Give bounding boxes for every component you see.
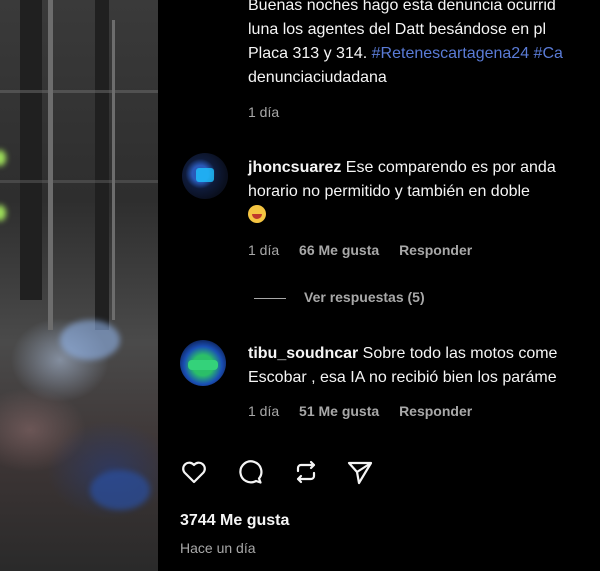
hashtag-link[interactable]: denunciaciudadana [248,66,600,90]
avatar-logo [188,360,218,370]
comment-timestamp: 1 día [248,242,280,258]
caption-timestamp: 1 día [248,104,280,120]
post-caption: Buenas noches hago esta denuncia ocurrid… [248,0,600,90]
comment-likes[interactable]: 51 Me gusta [299,403,379,419]
caption-text: Placa 313 y 314. [248,45,372,62]
comment-body: Escobar , esa IA no recibió bien los par… [248,369,557,386]
comment-icon[interactable] [236,458,264,486]
post-image [0,0,158,571]
comment-body: Sobre todo las motos come [358,345,558,362]
view-replies-label: Ver respuestas (5) [304,289,425,305]
caption-line: Placa 313 y 314. #Retenescartagena24 #Ca [248,42,600,66]
replies-divider [254,297,286,299]
comments-panel: Buenas noches hago esta denuncia ocurrid… [158,0,600,571]
hashtag-link[interactable]: #Ca [529,45,563,62]
avatar-logo [196,168,214,182]
reply-button[interactable]: Responder [399,403,472,419]
comment-meta: 1 día 66 Me gusta Responder [248,242,488,258]
comment-timestamp: 1 día [248,403,280,419]
post-timestamp: Hace un día [180,540,256,556]
post-like-count[interactable]: 3744 Me gusta [180,512,289,530]
laughing-emoji-icon [248,205,266,223]
comment: tibu_soudncar Sobre todo las motos come … [248,342,600,390]
comment-text: tibu_soudncar Sobre todo las motos come [248,342,600,366]
comment-body: Ese comparendo es por anda [341,159,556,176]
hashtag-link[interactable]: #Retenescartagena24 [372,45,529,62]
reply-button[interactable]: Responder [399,242,472,258]
heart-icon[interactable] [180,458,208,486]
comment-likes[interactable]: 66 Me gusta [299,242,379,258]
avatar[interactable] [182,153,228,199]
caption-line: Buenas noches hago esta denuncia ocurrid [248,0,556,14]
view-replies-button[interactable]: Ver respuestas (5) [254,289,425,305]
comment: jhoncsuarez Ese comparendo es por anda h… [248,156,600,228]
caption-line: luna los agentes del Datt besándose en p… [248,21,546,38]
comment-username[interactable]: tibu_soudncar [248,345,358,362]
share-icon[interactable] [346,458,374,486]
comment-meta: 1 día 51 Me gusta Responder [248,403,488,419]
comment-username[interactable]: jhoncsuarez [248,159,341,176]
comment-text: jhoncsuarez Ese comparendo es por anda [248,156,600,180]
repost-icon[interactable] [292,458,320,486]
avatar[interactable] [180,340,226,386]
comment-body: horario no permitido y también en doble [248,183,530,200]
